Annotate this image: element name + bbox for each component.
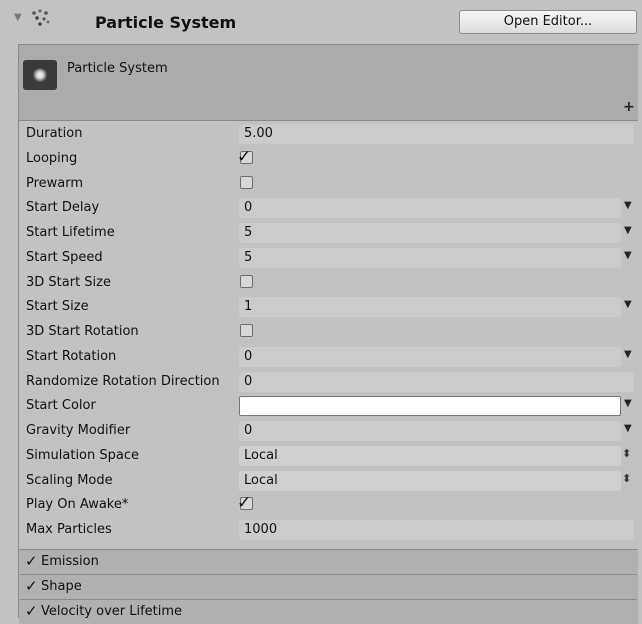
property-row-start-color: Start Color ▼ [19, 394, 638, 418]
property-row-play-on-awake: Play On Awake* ✓ [19, 493, 638, 517]
dropdown-arrow-icon[interactable]: ▼ [624, 398, 632, 409]
popup-arrows-icon[interactable]: ⬍ [622, 447, 631, 460]
main-module-header[interactable]: Particle System + [19, 45, 638, 121]
property-label: Duration [26, 126, 83, 141]
3d-start-rotation-checkbox[interactable] [240, 324, 253, 337]
property-row-looping: Looping ✓ [19, 147, 638, 171]
property-label: Max Particles [26, 522, 112, 537]
popup-arrows-icon[interactable]: ⬍ [622, 472, 631, 485]
component-title: Particle System [95, 13, 237, 32]
dropdown-arrow-icon[interactable]: ▼ [624, 423, 632, 434]
module-header-shape[interactable]: ✓ Shape [19, 574, 638, 599]
module-enabled-checkbox[interactable]: ✓ [25, 552, 38, 570]
particle-system-icon [32, 9, 50, 26]
checkmark-icon: ✓ [237, 146, 252, 167]
randomize-rotation-direction-field[interactable]: 0 [239, 371, 634, 392]
property-label: Simulation Space [26, 447, 139, 463]
scaling-mode-field[interactable]: Local [239, 470, 621, 491]
3d-start-size-checkbox[interactable] [240, 274, 253, 288]
property-label: Start Speed [26, 249, 103, 265]
property-row-simulation-space: Simulation Space Local ⬍ [19, 444, 638, 468]
start-speed-field[interactable]: 5 [239, 247, 621, 268]
start-delay-field[interactable]: 0 [239, 198, 621, 219]
foldout-arrow-icon[interactable]: ▼ [14, 12, 22, 23]
start-size-field[interactable]: 1 [239, 297, 621, 318]
component-header: ▼ Particle System ? ✲ Open Editor... [0, 0, 642, 44]
start-rotation-field[interactable]: 0 [239, 346, 621, 367]
property-row-3d-start-size: 3D Start Size [19, 271, 638, 295]
property-row-start-lifetime: Start Lifetime 5 ▼ [19, 221, 638, 245]
property-label: Randomize Rotation Direction [26, 373, 220, 389]
gravity-modifier-field[interactable]: 0 [239, 421, 621, 441]
module-header-velocity-over-lifetime[interactable]: ✓ Velocity over Lifetime [19, 599, 638, 624]
property-label: 3D Start Rotation [26, 324, 139, 339]
duration-field[interactable]: 5.00 [239, 124, 634, 144]
property-label: 3D Start Size [26, 274, 111, 290]
property-row-start-speed: Start Speed 5 ▼ [19, 246, 638, 270]
property-label: Scaling Mode [26, 472, 113, 488]
dropdown-arrow-icon[interactable]: ▼ [624, 299, 632, 310]
dropdown-arrow-icon[interactable]: ▼ [624, 349, 632, 360]
property-label: Play On Awake* [26, 497, 129, 513]
property-row-prewarm: Prewarm [19, 172, 638, 196]
module-label: Emission [41, 554, 99, 569]
simulation-space-field[interactable]: Local [239, 445, 621, 466]
property-label: Looping [26, 150, 78, 166]
property-row-duration: Duration 5.00 [19, 122, 638, 146]
module-enabled-checkbox[interactable]: ✓ [25, 602, 38, 620]
property-row-scaling-mode: Scaling Mode Local ⬍ [19, 469, 638, 493]
main-module-title: Particle System [67, 61, 168, 76]
checkmark-icon: ✓ [237, 493, 252, 514]
property-row-start-rotation: Start Rotation 0 ▼ [19, 345, 638, 369]
module-enabled-checkbox[interactable]: ✓ [25, 577, 38, 595]
property-label: Start Delay [26, 200, 100, 216]
property-label: Start Size [26, 299, 89, 315]
property-label: Start Lifetime [26, 225, 115, 240]
property-row-max-particles: Max Particles 1000 [19, 518, 638, 542]
property-row-start-size: Start Size 1 ▼ [19, 295, 638, 319]
property-row-3d-start-rotation: 3D Start Rotation [19, 320, 638, 344]
particle-preview-icon [23, 60, 57, 90]
property-label: Start Color [26, 398, 96, 414]
dropdown-arrow-icon[interactable]: ▼ [624, 250, 632, 261]
property-label: Start Rotation [26, 348, 117, 364]
property-label: Gravity Modifier [26, 423, 131, 438]
start-lifetime-field[interactable]: 5 [239, 223, 621, 243]
add-module-icon[interactable]: + [623, 99, 635, 115]
property-row-start-delay: Start Delay 0 ▼ [19, 196, 638, 220]
max-particles-field[interactable]: 1000 [239, 520, 634, 540]
property-label: Prewarm [26, 175, 84, 191]
open-editor-button[interactable]: Open Editor... [459, 10, 637, 34]
module-header-emission[interactable]: ✓ Emission [19, 549, 638, 574]
module-label: Shape [41, 579, 82, 594]
property-row-gravity-modifier: Gravity Modifier 0 ▼ [19, 419, 638, 443]
dropdown-arrow-icon[interactable]: ▼ [624, 225, 632, 236]
prewarm-checkbox[interactable] [240, 175, 253, 189]
start-color-field[interactable] [239, 396, 621, 417]
property-row-randomize-rotation-direction: Randomize Rotation Direction 0 [19, 370, 638, 394]
dropdown-arrow-icon[interactable]: ▼ [624, 200, 632, 211]
